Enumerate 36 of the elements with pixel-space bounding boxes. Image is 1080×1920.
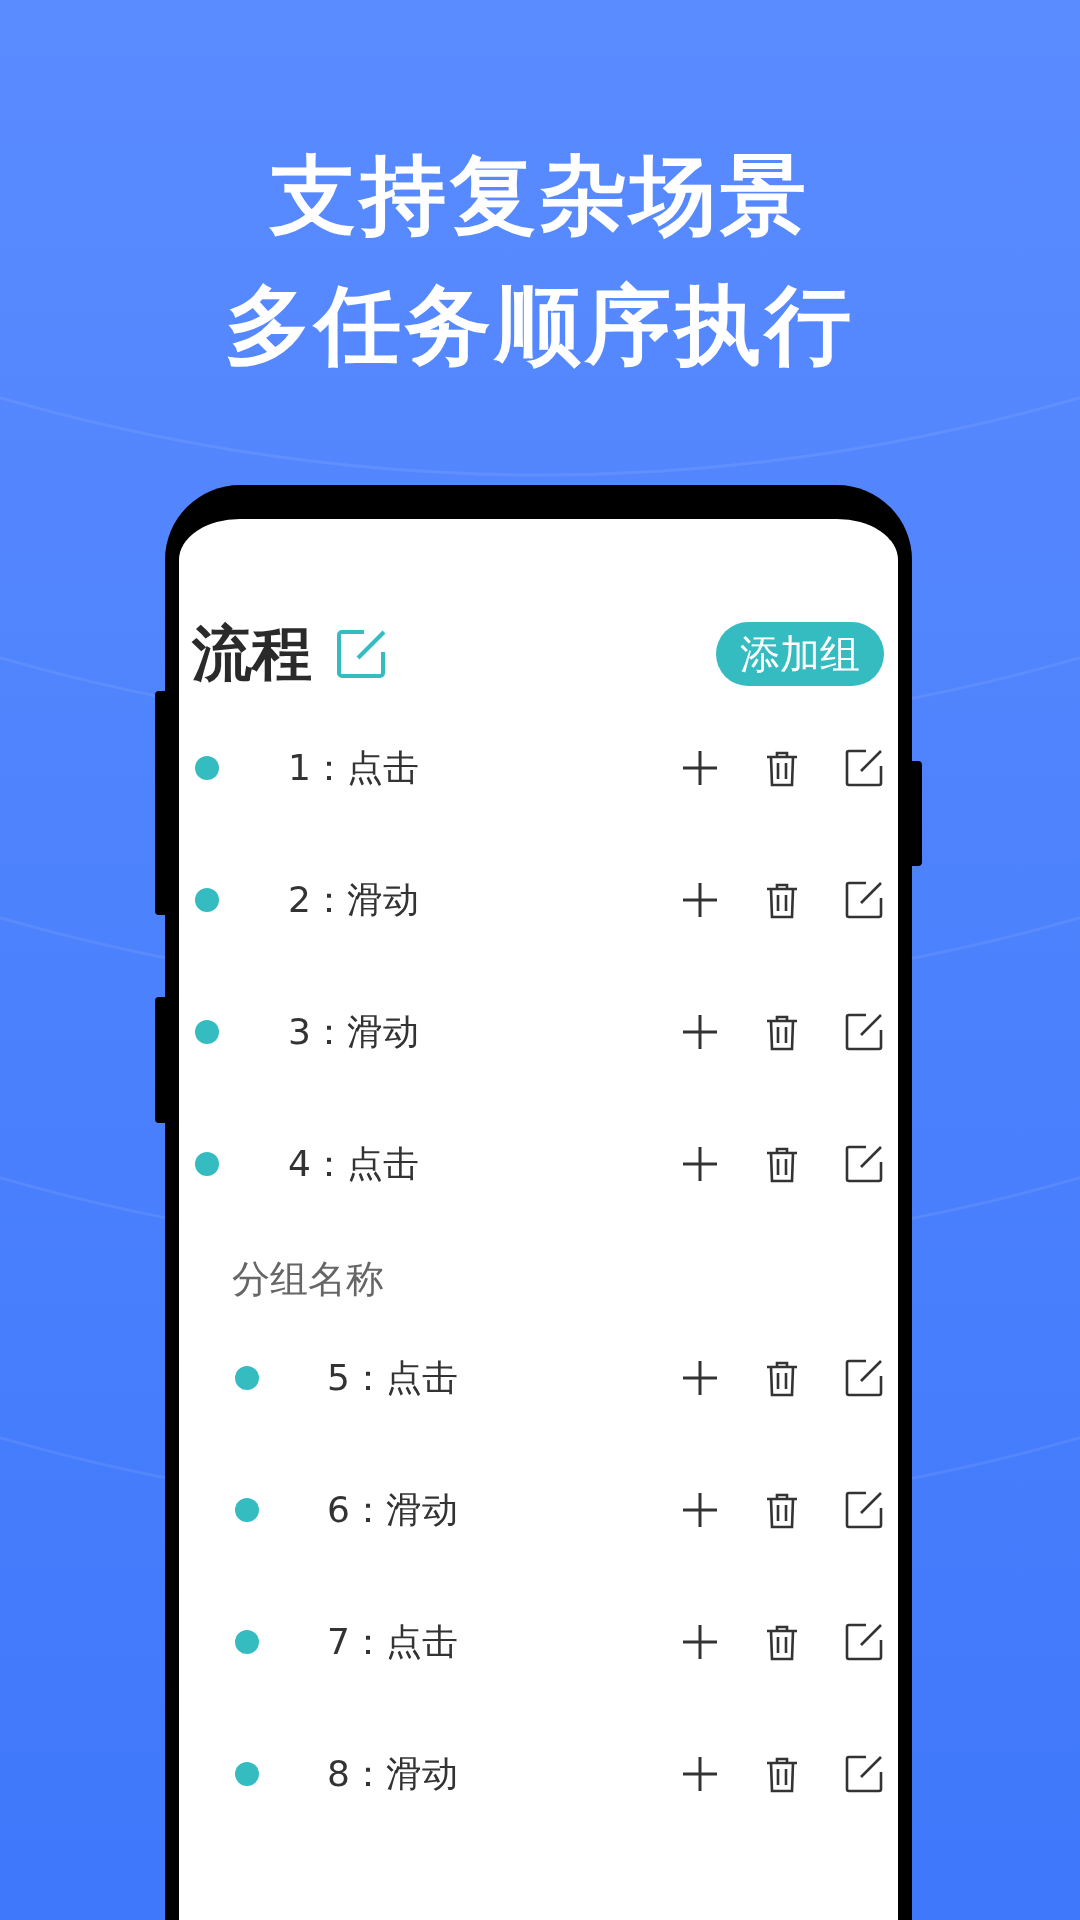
edit-icon[interactable] — [844, 1754, 884, 1794]
status-dot — [195, 756, 219, 780]
status-dot — [235, 1366, 259, 1390]
status-dot — [235, 1630, 259, 1654]
add-icon[interactable] — [680, 748, 720, 788]
step-label[interactable]: 2：滑动 — [288, 875, 680, 925]
edit-icon[interactable] — [844, 1622, 884, 1662]
headline: 支持复杂场景 — [270, 144, 810, 247]
add-icon[interactable] — [680, 1622, 720, 1662]
status-dot — [195, 888, 219, 912]
step-label[interactable]: 1：点击 — [288, 743, 680, 793]
group-name: 分组名称 — [232, 1256, 385, 1303]
edit-icon[interactable] — [844, 1358, 884, 1398]
page-title: 流程 — [192, 616, 312, 690]
status-dot — [195, 1020, 219, 1044]
add-icon[interactable] — [680, 880, 720, 920]
edit-icon[interactable] — [844, 1490, 884, 1530]
add-icon[interactable] — [680, 1754, 720, 1794]
step-label[interactable]: 4：点击 — [288, 1139, 680, 1189]
edit-icon[interactable] — [844, 880, 884, 920]
status-dot — [235, 1498, 259, 1522]
step-label[interactable]: 7：点击 — [327, 1617, 680, 1667]
step-label[interactable]: 6：滑动 — [327, 1485, 680, 1535]
status-dot — [235, 1762, 259, 1786]
edit-icon[interactable] — [844, 1144, 884, 1184]
headline: 多任务顺序执行 — [225, 274, 855, 377]
status-dot — [195, 1152, 219, 1176]
step-label[interactable]: 3：滑动 — [288, 1007, 680, 1057]
add-icon[interactable] — [680, 1012, 720, 1052]
step-label[interactable]: 8：滑动 — [327, 1749, 680, 1799]
edit-icon[interactable] — [844, 1012, 884, 1052]
add-icon[interactable] — [680, 1490, 720, 1530]
step-label[interactable]: 5：点击 — [327, 1353, 680, 1403]
add-icon[interactable] — [680, 1144, 720, 1184]
edit-icon[interactable] — [844, 748, 884, 788]
add-icon[interactable] — [680, 1358, 720, 1398]
